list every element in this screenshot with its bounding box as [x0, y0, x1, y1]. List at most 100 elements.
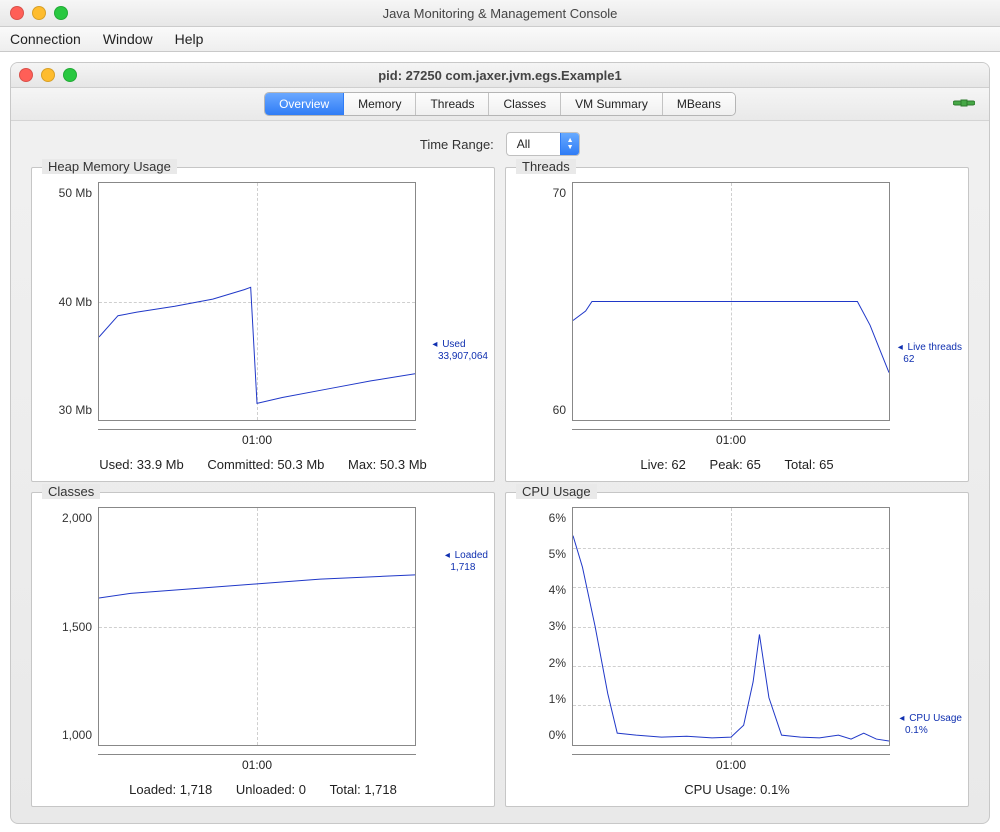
- callout-label: Used: [442, 339, 465, 350]
- stat-loaded: Loaded: 1,718: [129, 782, 212, 797]
- panel-cpu: CPU Usage 6% 5% 4% 3% 2% 1% 0%: [505, 492, 969, 807]
- tab-row: Overview Memory Threads Classes VM Summa…: [11, 88, 989, 121]
- ytick: 2%: [549, 656, 566, 670]
- callout-arrow-icon: ◂: [898, 342, 903, 353]
- cpu-plot-area: 6% 5% 4% 3% 2% 1% 0%: [506, 493, 968, 752]
- inner-title-bar: pid: 27250 com.jaxer.jvm.egs.Example1: [11, 63, 989, 88]
- ytick: 0%: [549, 728, 566, 742]
- ytick: 1,500: [62, 620, 92, 634]
- xtick: 01:00: [716, 433, 746, 447]
- inner-minimize-button[interactable]: [41, 68, 55, 82]
- threads-stats: Live: 62 Peak: 65 Total: 65: [506, 457, 968, 481]
- classes-stats: Loaded: 1,718 Unloaded: 0 Total: 1,718: [32, 782, 494, 806]
- callout-arrow-icon: ◂: [445, 550, 450, 561]
- cpu-plot[interactable]: [572, 507, 890, 746]
- minimize-window-button[interactable]: [32, 6, 46, 20]
- heap-yaxis: 50 Mb 40 Mb 30 Mb: [42, 182, 98, 421]
- ytick: 60: [553, 403, 566, 417]
- zoom-window-button[interactable]: [54, 6, 68, 20]
- charts-grid: Heap Memory Usage 50 Mb 40 Mb 30 Mb ◂: [11, 167, 989, 821]
- callout-label: Loaded: [455, 550, 488, 561]
- classes-plot[interactable]: [98, 507, 416, 746]
- stat-live: Live: 62: [640, 457, 686, 472]
- ytick: 1%: [549, 692, 566, 706]
- close-window-button[interactable]: [10, 6, 24, 20]
- tab-bar: Overview Memory Threads Classes VM Summa…: [264, 92, 736, 116]
- time-range-select[interactable]: All ▲▼: [506, 132, 580, 156]
- threads-plot-area: 70 60 ◂ Live threads 62: [506, 168, 968, 427]
- inner-window: pid: 27250 com.jaxer.jvm.egs.Example1 Ov…: [10, 62, 990, 824]
- stat-peak: Peak: 65: [710, 457, 761, 472]
- heap-stats: Used: 33.9 Mb Committed: 50.3 Mb Max: 50…: [32, 457, 494, 481]
- inner-close-button[interactable]: [19, 68, 33, 82]
- callout-value: 0.1%: [905, 725, 928, 736]
- cpu-callout: ◂ CPU Usage 0.1%: [899, 713, 962, 737]
- classes-xaxis: 01:00: [98, 752, 416, 782]
- inner-zoom-button[interactable]: [63, 68, 77, 82]
- xtick: 01:00: [242, 433, 272, 447]
- ytick: 70: [553, 186, 566, 200]
- ytick: 3%: [549, 619, 566, 633]
- ytick: 2,000: [62, 511, 92, 525]
- time-range-label: Time Range:: [420, 137, 494, 152]
- panel-classes: Classes 2,000 1,500 1,000 ◂: [31, 492, 495, 807]
- cpu-stats: CPU Usage: 0.1%: [506, 782, 968, 806]
- tab-vm-summary[interactable]: VM Summary: [561, 93, 663, 115]
- callout-label: Live threads: [908, 342, 962, 353]
- outer-title-bar: Java Monitoring & Management Console: [0, 0, 1000, 27]
- select-arrows-icon: ▲▼: [560, 133, 579, 155]
- classes-callout: ◂ Loaded 1,718: [445, 550, 488, 574]
- threads-callout: ◂ Live threads 62: [898, 342, 962, 366]
- heap-plot-area: 50 Mb 40 Mb 30 Mb ◂ Used 33,907,064: [32, 168, 494, 427]
- inner-window-title: pid: 27250 com.jaxer.jvm.egs.Example1: [11, 68, 989, 83]
- heap-xaxis: 01:00: [98, 427, 416, 457]
- stat-max: Max: 50.3 Mb: [348, 457, 427, 472]
- tab-overview[interactable]: Overview: [265, 93, 344, 115]
- heap-plot[interactable]: [98, 182, 416, 421]
- panel-heap: Heap Memory Usage 50 Mb 40 Mb 30 Mb ◂: [31, 167, 495, 482]
- tab-classes[interactable]: Classes: [489, 93, 561, 115]
- callout-arrow-icon: ◂: [432, 339, 437, 350]
- cpu-xaxis: 01:00: [572, 752, 890, 782]
- xtick: 01:00: [242, 758, 272, 772]
- app-title: Java Monitoring & Management Console: [0, 6, 1000, 21]
- cpu-yaxis: 6% 5% 4% 3% 2% 1% 0%: [516, 507, 572, 746]
- tab-threads[interactable]: Threads: [416, 93, 489, 115]
- ytick: 4%: [549, 583, 566, 597]
- classes-plot-area: 2,000 1,500 1,000 ◂ Loaded 1,718: [32, 493, 494, 752]
- document-area: pid: 27250 com.jaxer.jvm.egs.Example1 Ov…: [0, 52, 1000, 824]
- menu-bar: Connection Window Help: [0, 27, 1000, 52]
- ytick: 30 Mb: [59, 403, 92, 417]
- outer-window-controls: [0, 6, 68, 20]
- callout-value: 62: [903, 354, 914, 365]
- connection-status-icon[interactable]: [953, 94, 975, 112]
- menu-help[interactable]: Help: [175, 31, 204, 47]
- ytick: 5%: [549, 547, 566, 561]
- ytick: 40 Mb: [59, 295, 92, 309]
- callout-label: CPU Usage: [909, 713, 962, 724]
- ytick: 1,000: [62, 728, 92, 742]
- threads-yaxis: 70 60: [516, 182, 572, 421]
- menu-connection[interactable]: Connection: [10, 31, 81, 47]
- threads-plot[interactable]: [572, 182, 890, 421]
- app-window: Java Monitoring & Management Console Con…: [0, 0, 1000, 832]
- ytick: 6%: [549, 511, 566, 525]
- ytick: 50 Mb: [59, 186, 92, 200]
- inner-window-controls: [11, 68, 77, 82]
- heap-callout: ◂ Used 33,907,064: [432, 339, 488, 363]
- stat-committed: Committed: 50.3 Mb: [207, 457, 324, 472]
- stat-unloaded: Unloaded: 0: [236, 782, 306, 797]
- threads-xaxis: 01:00: [572, 427, 890, 457]
- callout-arrow-icon: ◂: [899, 713, 904, 724]
- classes-yaxis: 2,000 1,500 1,000: [42, 507, 98, 746]
- xtick: 01:00: [716, 758, 746, 772]
- menu-window[interactable]: Window: [103, 31, 153, 47]
- time-range-value: All: [507, 137, 560, 151]
- stat-total: Total: 1,718: [330, 782, 397, 797]
- stat-used: Used: 33.9 Mb: [99, 457, 184, 472]
- panel-threads: Threads 70 60 ◂ Live threads 62: [505, 167, 969, 482]
- stat-total: Total: 65: [784, 457, 833, 472]
- tab-mbeans[interactable]: MBeans: [663, 93, 735, 115]
- tab-memory[interactable]: Memory: [344, 93, 416, 115]
- stat-cpu-usage: CPU Usage: 0.1%: [684, 782, 790, 797]
